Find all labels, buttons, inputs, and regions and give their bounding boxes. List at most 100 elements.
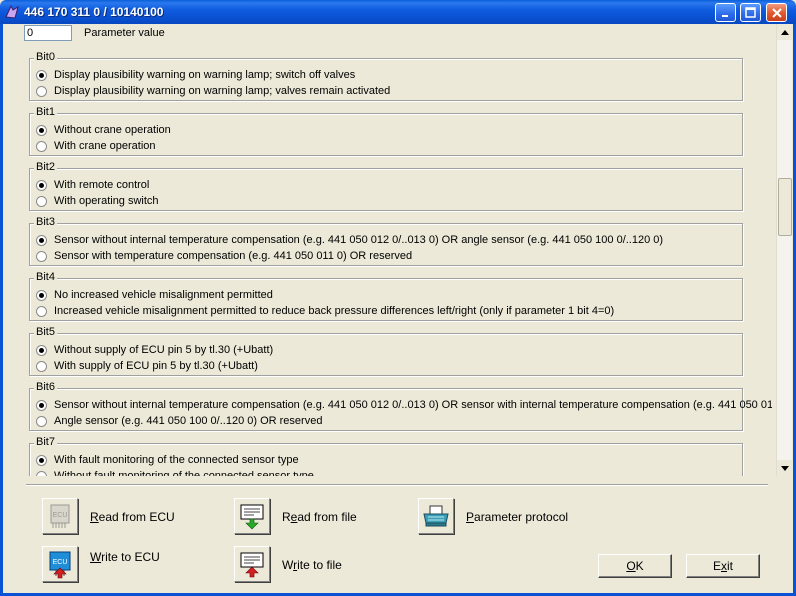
radio-option[interactable]: Sensor without internal temperature comp… — [36, 233, 663, 247]
write-to-file-button[interactable] — [234, 546, 270, 582]
bit-group-title: Bit0 — [34, 51, 57, 63]
ecu-write-icon: ECU — [49, 551, 71, 579]
radio-label: Sensor without internal temperature comp… — [54, 234, 664, 246]
radio-button[interactable] — [36, 399, 47, 411]
radio-button[interactable] — [36, 289, 47, 301]
bit-group: Bit1 Without crane operation With crane op… — [29, 106, 743, 156]
window-frame-left — [0, 24, 3, 596]
radio-option[interactable]: Display plausibility warning on warning … — [36, 84, 390, 98]
maximize-button[interactable] — [740, 3, 761, 22]
radio-option[interactable]: Angle sensor (e.g. 441 050 100 0/..120 0… — [36, 414, 322, 428]
exit-button[interactable]: Ex it — [686, 554, 760, 578]
window-title: 446 170 311 0 / 10140100 — [24, 5, 164, 19]
write-to-ecu-button[interactable]: ECU — [42, 546, 78, 582]
read-file-pre: R — [282, 510, 291, 524]
ok-rest: K — [635, 559, 644, 573]
svg-text:ECU: ECU — [53, 559, 68, 566]
bit-group-title: Bit7 — [34, 436, 57, 448]
write-ecu-rest: rite to ECU — [101, 550, 160, 564]
radio-option[interactable]: Without supply of ECU pin 5 by tl.30 (+U… — [36, 343, 273, 357]
radio-button[interactable] — [36, 250, 47, 262]
radio-label: With crane operation — [54, 140, 156, 152]
bit-group: Bit5 Without supply of ECU pin 5 by tl.30… — [29, 326, 743, 376]
title-bar[interactable]: 446 170 311 0 / 10140100 — [0, 0, 796, 24]
parameter-protocol-label[interactable]: Parameter protocol — [466, 510, 568, 524]
radio-option[interactable]: Sensor with temperature compensation (e.… — [36, 249, 412, 263]
radio-label: Without crane operation — [54, 124, 171, 136]
read-from-ecu-button[interactable]: ECU — [42, 498, 78, 534]
radio-option[interactable]: With fault monitoring of the connected s… — [36, 453, 299, 467]
radio-option[interactable]: With remote control — [36, 178, 149, 192]
radio-option[interactable]: With operating switch — [36, 194, 159, 208]
app-icon — [5, 4, 19, 19]
ecu-read-icon: ECU — [50, 504, 70, 528]
bit-group: Bit6 Sensor without internal temperature … — [29, 381, 772, 431]
svg-text:ECU: ECU — [53, 512, 68, 519]
read-file-rest: ad from file — [297, 510, 357, 524]
scroll-up-button[interactable] — [777, 24, 792, 40]
radio-button[interactable] — [36, 454, 47, 466]
write-to-ecu-label[interactable]: Write to ECU — [90, 550, 160, 564]
radio-option[interactable]: Without crane operation — [36, 123, 171, 137]
radio-button[interactable] — [36, 140, 47, 152]
protocol-accel: P — [466, 510, 475, 524]
minimize-icon — [721, 14, 728, 17]
radio-label: Increased vehicle misalignment permitted… — [54, 305, 615, 317]
exit-pre: E — [712, 559, 721, 573]
printer-icon — [423, 505, 449, 527]
read-from-ecu-label[interactable]: Read from ECU — [90, 510, 175, 524]
radio-label: Without fault monitoring of the connecte… — [54, 470, 314, 476]
bit-group: Bit4 No increased vehicle misalignment pe… — [29, 271, 743, 321]
radio-button[interactable] — [36, 234, 47, 246]
vertical-scrollbar[interactable] — [776, 24, 792, 476]
radio-button[interactable] — [36, 179, 47, 191]
parameter-protocol-button[interactable] — [418, 498, 454, 534]
read-from-file-button[interactable] — [234, 498, 270, 534]
radio-option[interactable]: Increased vehicle misalignment permitted… — [36, 304, 614, 318]
radio-button[interactable] — [36, 305, 47, 317]
bit-group: Bit2 With remote control With operating sw… — [29, 161, 743, 211]
radio-button[interactable] — [36, 415, 47, 427]
radio-label: With remote control — [54, 179, 150, 191]
radio-button[interactable] — [36, 195, 47, 207]
radio-label: No increased vehicle misalignment permit… — [54, 289, 273, 301]
radio-label: With fault monitoring of the connected s… — [54, 454, 299, 466]
ok-accel: O — [626, 559, 636, 573]
radio-label: Sensor with temperature compensation (e.… — [54, 250, 413, 262]
radio-button[interactable] — [36, 124, 47, 136]
radio-button[interactable] — [36, 69, 47, 81]
radio-label: With supply of ECU pin 5 by tl.30 (+Ubat… — [54, 360, 258, 372]
radio-button[interactable] — [36, 344, 47, 356]
radio-button[interactable] — [36, 85, 47, 97]
radio-label: Display plausibility warning on warning … — [54, 85, 391, 97]
protocol-rest: arameter protocol — [474, 510, 569, 524]
bit-group: Bit7 With fault monitoring of the connect… — [29, 436, 743, 476]
radio-label: Angle sensor (e.g. 441 050 100 0/..120 0… — [54, 415, 323, 427]
bit-group-title: Bit6 — [34, 381, 57, 393]
bit-group-title: Bit3 — [34, 216, 57, 228]
write-to-file-label[interactable]: Write to file — [282, 558, 342, 572]
radio-option[interactable]: Display plausibility warning on warning … — [36, 68, 355, 82]
parameter-scroll-area[interactable]: 0 Parameter value Bit0 Display plausibili… — [4, 24, 792, 476]
radio-button[interactable] — [36, 360, 47, 372]
radio-label: Without supply of ECU pin 5 by tl.30 (+U… — [54, 344, 274, 356]
radio-option[interactable]: Sensor without internal temperature comp… — [36, 398, 772, 412]
radio-option[interactable]: With crane operation — [36, 139, 156, 153]
ok-button[interactable]: OK — [598, 554, 672, 578]
radio-option[interactable]: No increased vehicle misalignment permit… — [36, 288, 273, 302]
read-from-file-label[interactable]: Read from file — [282, 510, 357, 524]
scroll-down-button[interactable] — [777, 460, 792, 476]
close-button[interactable] — [766, 3, 787, 22]
close-icon — [771, 7, 782, 18]
divider — [26, 484, 768, 486]
bit-group-title: Bit4 — [34, 271, 57, 283]
minimize-button[interactable] — [715, 3, 736, 22]
radio-label: With operating switch — [54, 195, 159, 207]
bit-group-title: Bit1 — [34, 106, 57, 118]
arrow-down-icon — [781, 465, 789, 471]
radio-option[interactable]: Without fault monitoring of the connecte… — [36, 469, 314, 476]
parameter-value-input[interactable]: 0 — [24, 25, 72, 41]
radio-button[interactable] — [36, 470, 47, 476]
scroll-thumb[interactable] — [778, 178, 792, 236]
radio-option[interactable]: With supply of ECU pin 5 by tl.30 (+Ubat… — [36, 359, 258, 373]
